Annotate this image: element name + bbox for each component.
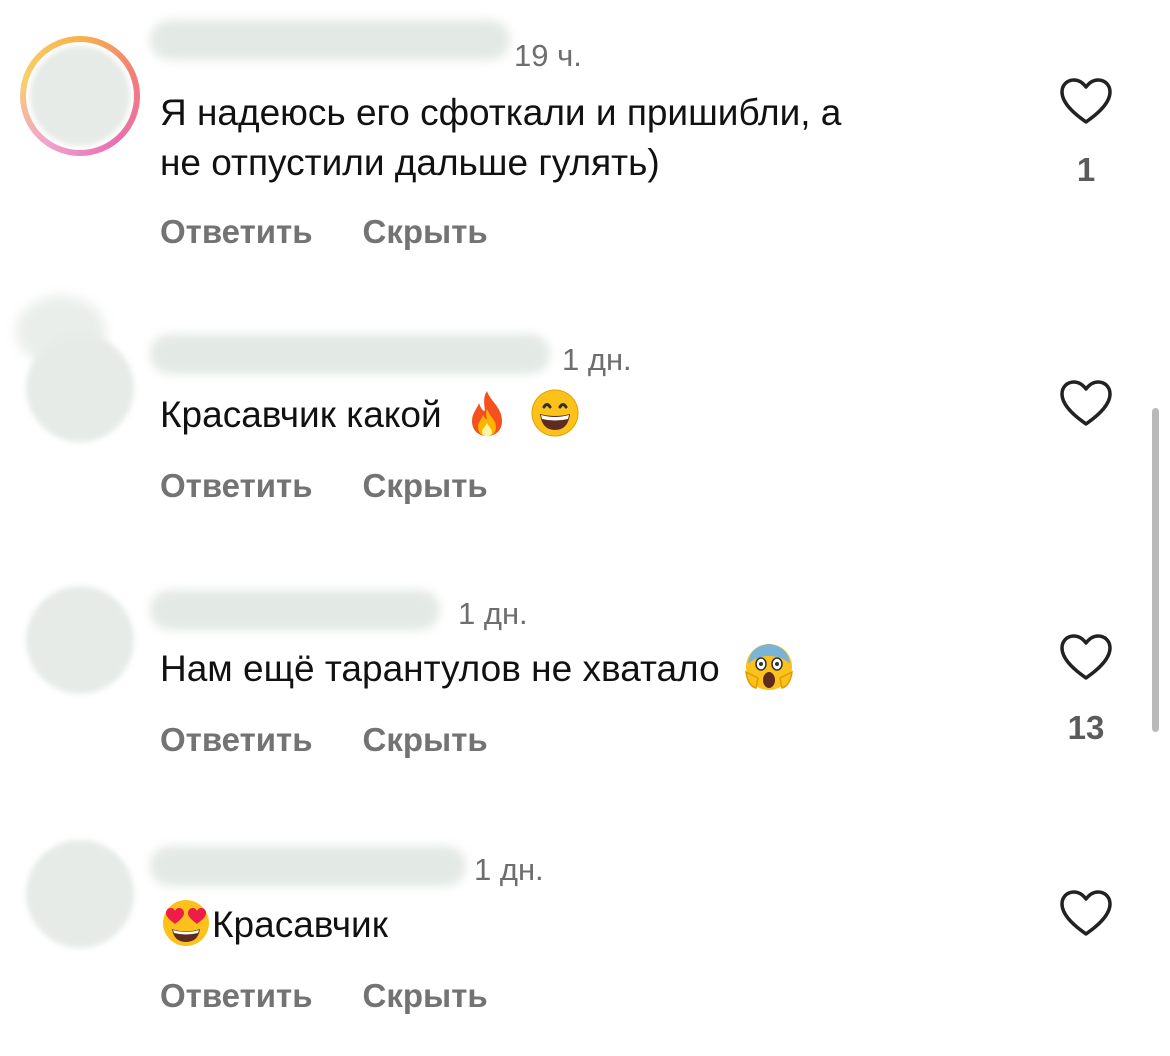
comment-text: Нам ещё тарантулов не хватало <box>160 644 1010 696</box>
comment-text-content: Красавчик какой <box>160 394 442 435</box>
username-blurred[interactable] <box>150 334 550 374</box>
fire-emoji <box>464 389 510 437</box>
like-count: 1 <box>1076 151 1096 188</box>
comment-actions: Ответить Скрыть <box>160 466 488 506</box>
comment-actions: Ответить Скрыть <box>160 976 488 1016</box>
comment-time: 1 дн. <box>458 596 528 631</box>
username-blurred[interactable] <box>150 846 466 886</box>
comment-text-content: Красавчик <box>212 904 388 945</box>
comment-text: Красавчик какой <box>160 388 1010 442</box>
screaming-face-emoji <box>744 642 794 692</box>
hide-button[interactable]: Скрыть <box>363 467 488 504</box>
heart-eyes-emoji <box>160 898 212 948</box>
like-count: 13 <box>1067 709 1105 746</box>
comment-text: Я надеюсь его сфоткали и пришибли, а не … <box>160 88 1010 188</box>
avatar[interactable] <box>26 334 134 442</box>
hide-button[interactable]: Скрыть <box>363 977 488 1014</box>
avatar[interactable] <box>26 586 134 694</box>
reply-button[interactable]: Ответить <box>160 467 313 504</box>
username-blurred[interactable] <box>150 590 440 630</box>
comment-text: Красавчик <box>160 900 1010 952</box>
avatar[interactable] <box>26 840 134 948</box>
hide-button[interactable]: Скрыть <box>363 721 488 758</box>
reply-button[interactable]: Ответить <box>160 213 313 250</box>
scrollbar[interactable] <box>1152 408 1159 732</box>
username-blurred[interactable] <box>150 20 510 60</box>
like-heart-icon[interactable] <box>1058 888 1114 938</box>
like-heart-icon[interactable] <box>1058 76 1114 126</box>
comment-time: 1 дн. <box>562 342 632 377</box>
comment-time: 19 ч. <box>514 38 582 73</box>
like-heart-icon[interactable] <box>1058 378 1114 428</box>
comment-actions: Ответить Скрыть <box>160 720 488 760</box>
reply-button[interactable]: Ответить <box>160 977 313 1014</box>
reply-button[interactable]: Ответить <box>160 721 313 758</box>
hide-button[interactable]: Скрыть <box>363 213 488 250</box>
avatar[interactable] <box>26 42 134 150</box>
avatar-story-ring[interactable] <box>20 36 140 156</box>
comment-text-line: Я надеюсь его сфоткали и пришибли, а <box>160 92 842 133</box>
comment-actions: Ответить Скрыть <box>160 212 488 252</box>
grinning-face-emoji <box>530 388 580 438</box>
comment-text-line: не отпустили дальше гулять) <box>160 142 660 183</box>
comment-text-content: Нам ещё тарантулов не хватало <box>160 648 720 689</box>
comment-time: 1 дн. <box>474 852 544 887</box>
like-heart-icon[interactable] <box>1058 632 1114 682</box>
